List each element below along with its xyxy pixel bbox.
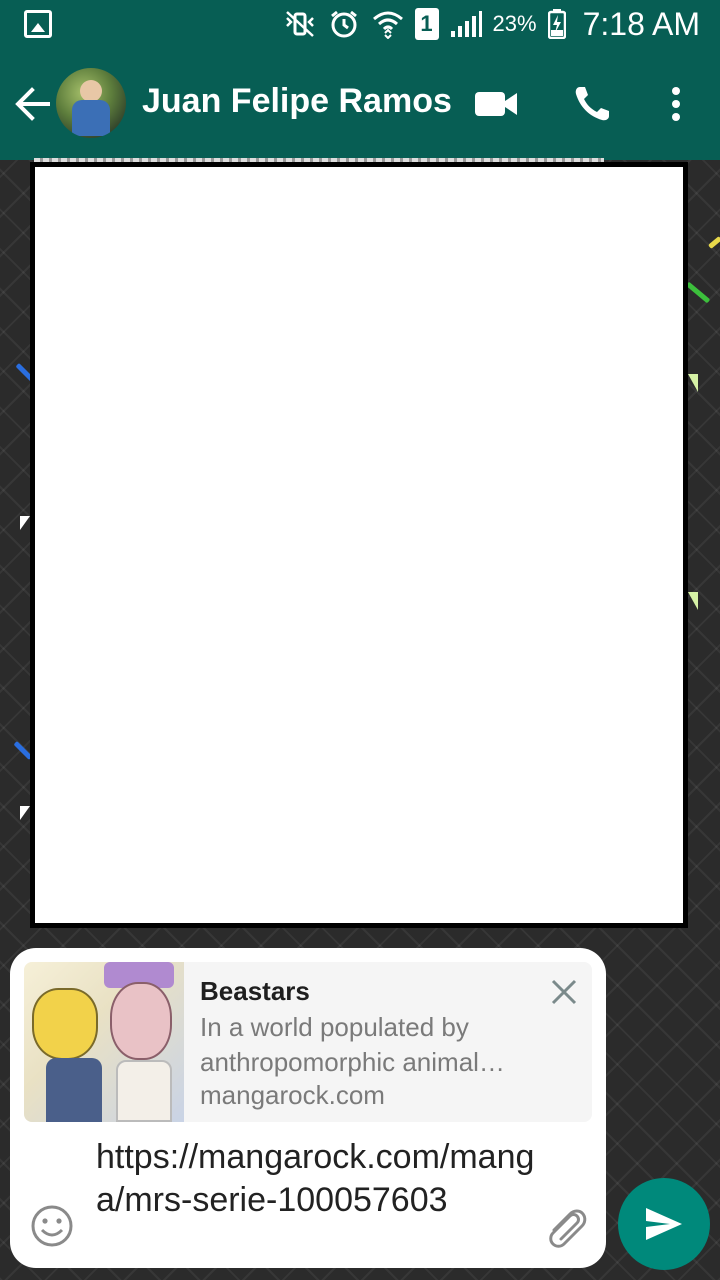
- message-input[interactable]: https://mangarock.com/manga/mrs-serie-10…: [96, 1136, 536, 1222]
- emoji-icon[interactable]: [30, 1204, 74, 1248]
- wallpaper-accent: [685, 281, 711, 304]
- wifi-icon: [371, 7, 405, 41]
- alarm-icon: [327, 7, 361, 41]
- wallpaper-accent: [688, 374, 698, 392]
- link-domain: mangarock.com: [200, 1080, 385, 1110]
- image-preview[interactable]: [30, 162, 688, 928]
- chat-header: Juan Felipe Ramos: [0, 48, 720, 160]
- wallpaper-accent: [20, 516, 30, 530]
- vibrate-icon: [283, 7, 317, 41]
- status-bar: 1 23% 7:18 AM: [0, 0, 720, 48]
- close-icon[interactable]: [548, 976, 580, 1008]
- status-icons: 1 23% 7:18 AM: [283, 0, 700, 48]
- contact-name[interactable]: Juan Felipe Ramos: [142, 82, 452, 121]
- gallery-icon: [24, 10, 52, 38]
- wallpaper-accent: [20, 806, 30, 820]
- clock: 7:18 AM: [582, 5, 700, 42]
- attach-icon[interactable]: [542, 1202, 590, 1250]
- wallpaper-accent: [688, 592, 698, 610]
- battery-level: 23%: [492, 11, 537, 36]
- battery-icon: [547, 7, 567, 41]
- more-options-icon[interactable]: [650, 78, 702, 130]
- message-composer: Beastars In a world populated by anthrop…: [10, 948, 606, 1268]
- avatar[interactable]: [56, 68, 126, 138]
- back-arrow-icon[interactable]: [12, 84, 52, 124]
- sim-icon: 1: [414, 8, 439, 40]
- wallpaper-accent: [708, 236, 720, 249]
- video-call-icon[interactable]: [470, 78, 522, 130]
- send-icon: [646, 1208, 682, 1240]
- link-thumbnail: [24, 962, 184, 1122]
- link-title: Beastars: [200, 976, 310, 1006]
- phone-icon[interactable]: [566, 78, 618, 130]
- link-preview-card[interactable]: Beastars In a world populated by anthrop…: [24, 962, 592, 1122]
- signal-icon: [449, 7, 483, 41]
- link-description: In a world populated by anthropomorphic …: [200, 1012, 505, 1077]
- send-button[interactable]: [618, 1178, 710, 1270]
